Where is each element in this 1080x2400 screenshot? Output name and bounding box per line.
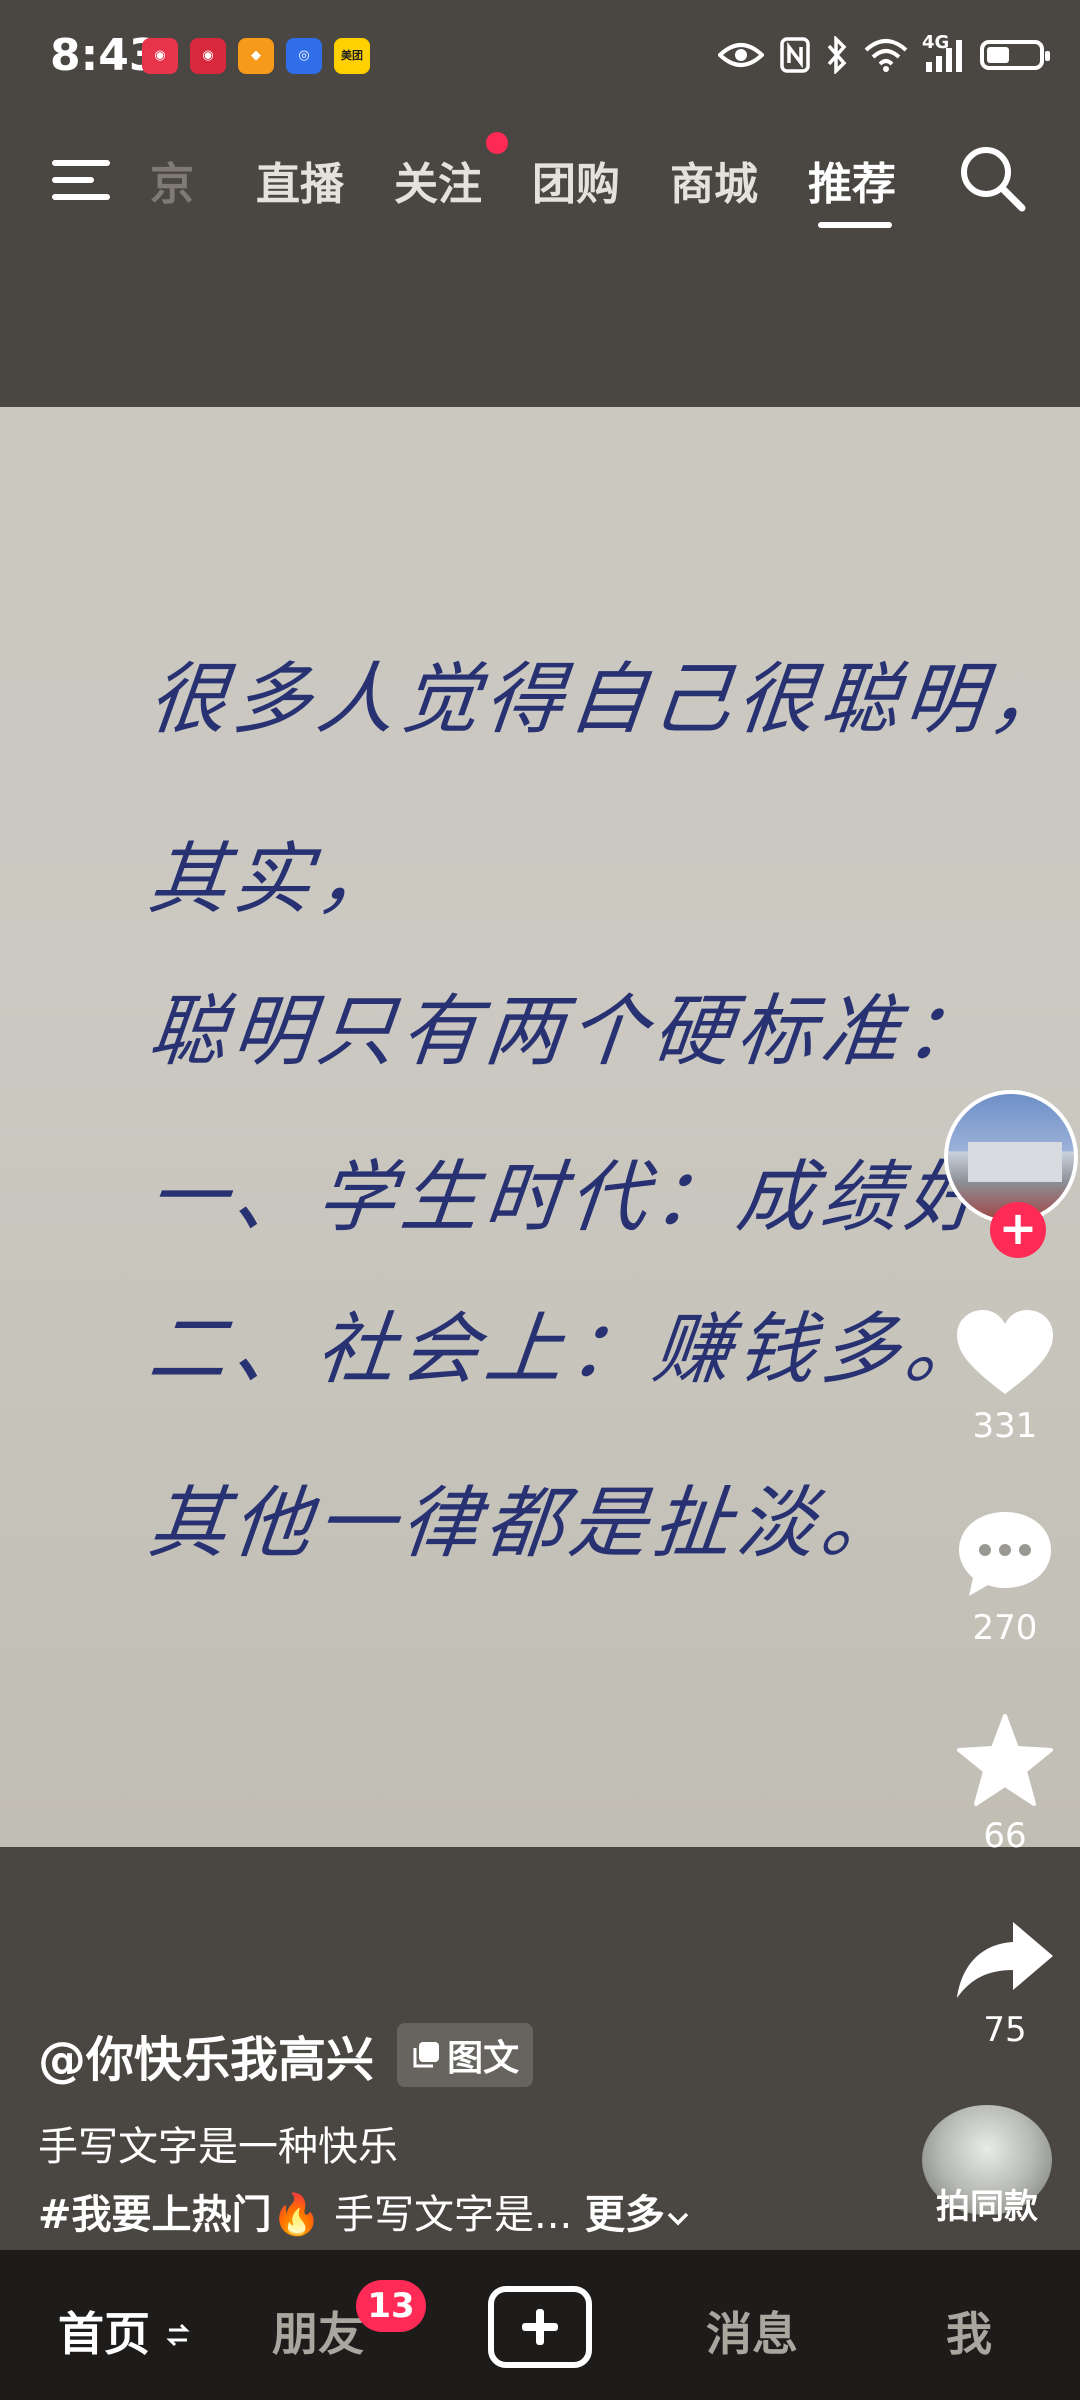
favorite-count: 66	[983, 1816, 1027, 1856]
red-app-icon: ◉	[142, 38, 178, 74]
hashtag-link[interactable]: #我要上热门	[38, 2192, 272, 2238]
post-type-badge: 图文	[397, 2023, 534, 2087]
bottom-nav: 首页 朋友 13 消息 我	[0, 2250, 1080, 2400]
handwriting-line: 一、学生时代：成绩好；	[144, 1153, 1079, 1243]
nav-friends[interactable]: 朋友	[272, 2298, 364, 2364]
eye-icon	[718, 32, 764, 78]
status-bar: 8:43 ◉ ◉ ◆ ◎ 美团 4G	[0, 0, 1080, 120]
plus-icon	[522, 2309, 558, 2345]
same-style-label: 拍同款	[936, 2187, 1038, 2227]
building-image	[968, 1142, 1062, 1182]
handwriting-line: 聪明只有两个硬标准：	[144, 987, 995, 1077]
author-name[interactable]: @你快乐我高兴	[38, 2020, 374, 2090]
tab-group-buy[interactable]: 团购	[532, 148, 620, 212]
post-caption: @你快乐我高兴 图文 手写文字是一种快乐 #我要上热门🔥 手写文字是... 更多	[38, 2020, 918, 2240]
share-count: 75	[983, 2010, 1027, 2050]
post-type-label: 图文	[447, 2038, 520, 2079]
image-post-icon	[413, 2042, 440, 2068]
like-count: 331	[972, 1406, 1038, 1446]
like-button[interactable]: 331	[930, 1308, 1080, 1446]
handwriting-line: 其实，	[144, 835, 407, 925]
friends-badge: 13	[356, 2280, 426, 2332]
nav-messages[interactable]: 消息	[706, 2298, 798, 2364]
comment-count: 270	[972, 1608, 1038, 1648]
tab-live[interactable]: 直播	[256, 148, 344, 212]
nfc-icon	[780, 32, 810, 78]
chevron-down-icon	[667, 2212, 689, 2226]
tab-mall[interactable]: 商城	[670, 148, 758, 212]
handwriting-line: 其他一律都是扯淡。	[144, 1479, 911, 1569]
nav-me[interactable]: 我	[946, 2298, 992, 2364]
red-app-icon: ◉	[190, 38, 226, 74]
post-description: 手写文字是一种快乐	[38, 2124, 398, 2170]
handwriting-line: 二、社会上：赚钱多。	[144, 1305, 995, 1395]
blue-app-icon: ◎	[286, 38, 322, 74]
search-icon[interactable]	[958, 144, 1028, 214]
tab-following[interactable]: 关注	[394, 148, 482, 212]
orange-app-icon: ◆	[238, 38, 274, 74]
signal-icon: 4G	[922, 32, 964, 78]
caption-preview: 手写文字是...	[334, 2192, 573, 2238]
comment-icon	[959, 1512, 1051, 1596]
network-label: 4G	[922, 32, 950, 53]
star-icon	[957, 1714, 1053, 1806]
wifi-icon	[864, 32, 908, 78]
battery-level	[987, 47, 1009, 63]
refresh-toggle-icon	[166, 2323, 190, 2347]
tab-city[interactable]: 京	[150, 148, 194, 212]
post-tags-row: #我要上热门🔥 手写文字是... 更多	[38, 2182, 918, 2240]
menu-icon[interactable]	[52, 156, 112, 204]
author-avatar-wrap: +	[944, 1090, 1080, 1258]
post-image[interactable]: 很多人觉得自己很聪明， 其实， 聪明只有两个硬标准： 一、学生时代：成绩好； 二…	[0, 407, 1080, 1847]
following-new-dot	[486, 132, 508, 154]
create-button[interactable]	[488, 2286, 592, 2368]
more-label: 更多	[584, 2192, 665, 2238]
follow-button[interactable]: +	[990, 1202, 1046, 1258]
tab-recommend[interactable]: 推荐	[808, 148, 896, 212]
nav-home-label: 首页	[58, 2307, 150, 2361]
active-tab-indicator	[818, 222, 892, 228]
share-button[interactable]: 75	[930, 1918, 1080, 2050]
share-icon	[957, 1922, 1053, 1998]
handwriting-line: 很多人觉得自己很聪明，	[144, 655, 1079, 745]
bluetooth-icon	[826, 32, 848, 78]
same-style-button[interactable]: 拍同款	[922, 2105, 1052, 2228]
comment-button[interactable]: 270	[930, 1508, 1080, 1648]
nav-home[interactable]: 首页	[58, 2298, 190, 2364]
system-icons: 4G	[718, 32, 1050, 78]
favorite-button[interactable]: 66	[930, 1714, 1080, 1856]
heart-icon	[957, 1310, 1053, 1394]
more-button[interactable]: 更多	[585, 2192, 691, 2238]
top-nav: 京 直播 关注 团购 商城 推荐	[0, 120, 1080, 240]
battery-icon	[980, 40, 1050, 70]
fire-emoji: 🔥	[271, 2192, 322, 2238]
meituan-icon: 美团	[334, 38, 370, 74]
notification-icons: ◉ ◉ ◆ ◎ 美团	[142, 38, 370, 74]
